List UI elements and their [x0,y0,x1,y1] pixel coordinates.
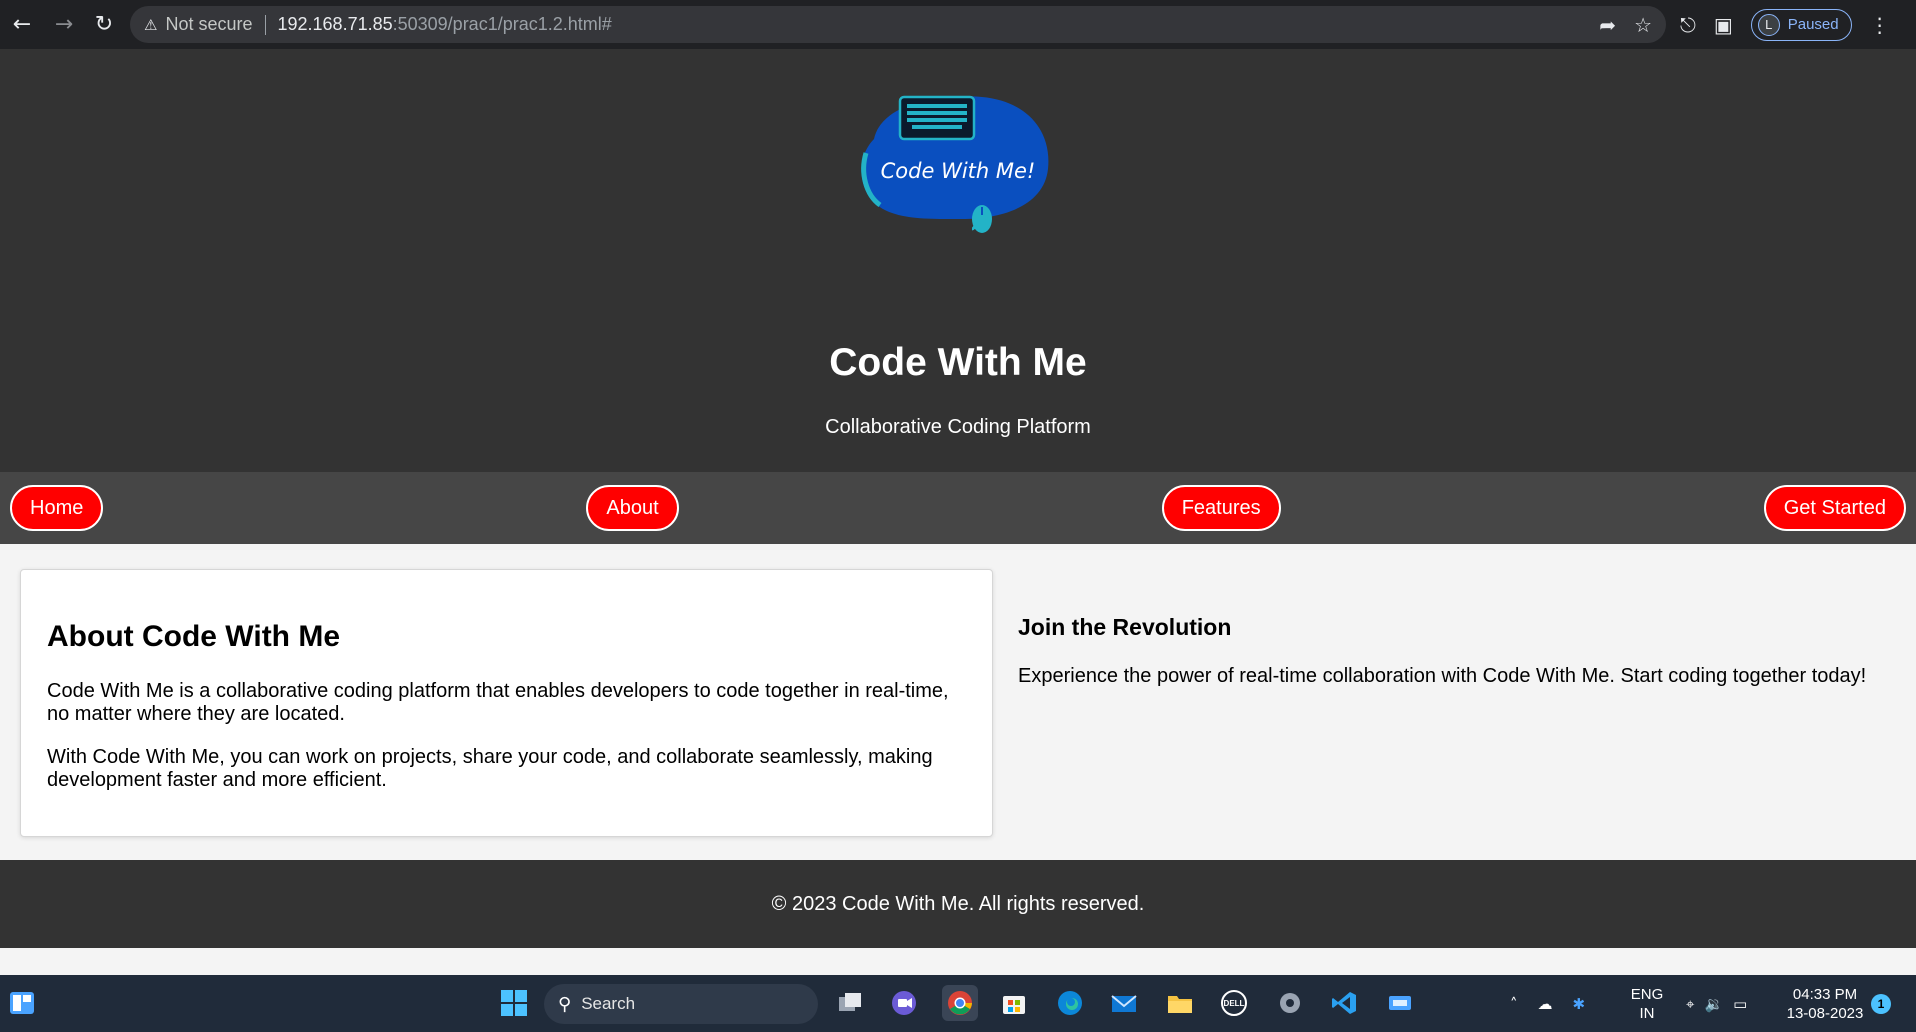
security-label[interactable]: Not secure [165,14,252,35]
url-host[interactable]: 192.168.71.85 [278,14,393,35]
volume-icon[interactable]: 🔉 [1704,995,1723,1013]
language-indicator[interactable]: ENG IN [1630,985,1664,1023]
search-icon: ⚲ [558,993,572,1015]
web-page: Code With Me! Code With Me Collaborative… [0,49,1916,975]
nav-get-started-button[interactable]: Get Started [1763,485,1906,531]
nav-home-button[interactable]: Home [10,485,104,531]
chat-icon[interactable] [886,985,922,1021]
forward-arrow-icon[interactable]: → [44,4,84,44]
widgets-icon[interactable] [4,985,40,1021]
chrome-menu-icon[interactable]: ⋮ [1870,13,1890,37]
about-card: About Code With Me Code With Me is a col… [20,569,993,837]
clock-time: 04:33 PM [1792,986,1858,1003]
main-nav: Home About Features Get Started [0,472,1916,544]
site-header: Code With Me! Code With Me Collaborative… [0,49,1916,472]
language-code: ENG [1630,986,1664,1003]
remote-app-icon[interactable] [1382,985,1418,1021]
clock-date: 13-08-2023 [1786,1005,1864,1022]
notification-badge[interactable]: 1 [1871,994,1891,1014]
chevron-up-icon[interactable]: ˄ [1510,995,1518,1013]
main-content: About Code With Me Code With Me is a col… [0,544,1916,862]
wifi-icon[interactable]: ⌖ [1686,995,1694,1013]
back-arrow-icon[interactable]: ← [2,4,42,44]
nav-features-button[interactable]: Features [1161,485,1281,531]
start-windows-icon[interactable] [496,985,532,1021]
reload-icon[interactable]: ↻ [84,4,124,44]
site-title: Code With Me [829,341,1087,384]
logo-text: Code With Me! [881,159,1036,183]
join-section: Join the Revolution Experience the power… [1018,614,1898,688]
extensions-puzzle-icon[interactable]: ⎋ [1680,13,1696,37]
task-view-icon[interactable] [832,985,868,1021]
footer-copyright: © 2023 Code With Me. All rights reserved… [771,892,1145,915]
url-path[interactable]: :50309/prac1/prac1.2.html# [393,14,612,35]
about-heading: About Code With Me [47,620,341,653]
system-clock[interactable]: 04:33 PM 13-08-2023 [1775,985,1875,1023]
warning-icon[interactable]: ⚠ [144,16,157,34]
taskbar-search[interactable]: ⚲ Search [544,984,818,1024]
bookmark-star-icon[interactable]: ☆ [1634,13,1652,37]
onedrive-offline-icon[interactable]: ☁ [1538,995,1553,1013]
mail-icon[interactable] [1106,985,1142,1021]
chrome-icon[interactable] [942,985,978,1021]
address-bar[interactable]: ⚠ Not secure 192.168.71.85 :50309/prac1/… [130,6,1666,43]
dell-icon[interactable]: DELL [1216,985,1252,1021]
svg-text:DELL: DELL [1224,999,1245,1008]
region-code: IN [1639,1005,1655,1022]
browser-toolbar: ← → ↻ ⚠ Not secure 192.168.71.85 :50309/… [0,0,1916,49]
microsoft-store-icon[interactable] [996,985,1032,1021]
settings-gear-icon[interactable] [1272,985,1308,1021]
site-footer: © 2023 Code With Me. All rights reserved… [0,860,1916,948]
nav-about-button[interactable]: About [586,485,679,531]
about-paragraph-2: With Code With Me, you can work on proje… [47,746,933,791]
join-text: Experience the power of real-time collab… [1018,665,1867,687]
edge-icon[interactable] [1052,985,1088,1021]
vscode-icon[interactable] [1326,985,1362,1021]
code-with-me-logo: Code With Me! [861,95,1049,233]
avatar: L [1757,13,1780,36]
taskbar: ⚲ Search DELL ˄ ☁ ✱ ENG IN ⌖ 🔉 ▭ 04:33 P… [0,975,1916,1032]
file-explorer-icon[interactable] [1162,985,1198,1021]
about-paragraph-1: Code With Me is a collaborative coding p… [47,680,949,725]
profile-status: Paused [1787,16,1839,33]
profile-button[interactable]: L Paused [1750,8,1852,41]
side-panel-icon[interactable]: ▣ [1714,13,1733,37]
taskbar-search-label: Search [581,994,636,1013]
site-subtitle: Collaborative Coding Platform [825,416,1091,438]
bluetooth-icon[interactable]: ✱ [1573,995,1586,1013]
battery-icon[interactable]: ▭ [1733,995,1747,1013]
address-separator [264,14,266,35]
join-heading: Join the Revolution [1018,614,1232,640]
share-icon[interactable]: ➦ [1599,13,1616,37]
